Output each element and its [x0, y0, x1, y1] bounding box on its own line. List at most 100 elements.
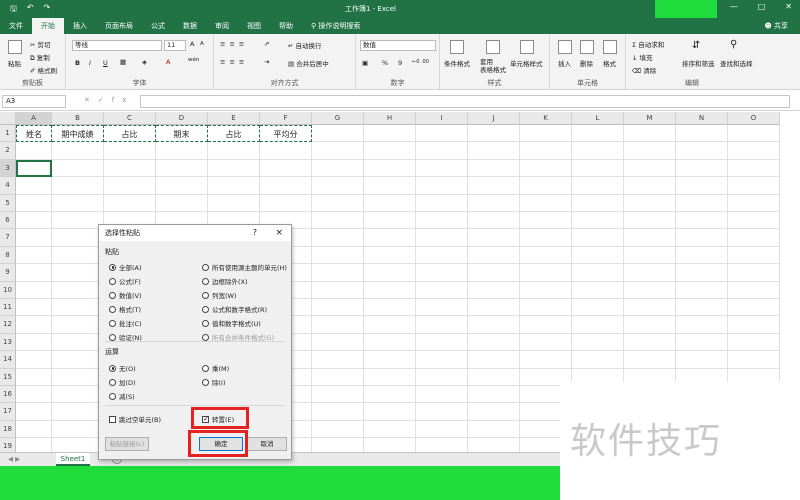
cell[interactable]	[676, 299, 728, 317]
cell[interactable]	[520, 194, 572, 212]
cell[interactable]	[104, 194, 156, 212]
radio-button-icon[interactable]	[109, 291, 116, 299]
cell[interactable]	[572, 159, 624, 178]
delete-cells-icon[interactable]	[580, 40, 594, 54]
cell[interactable]	[416, 420, 468, 439]
cell[interactable]	[572, 229, 624, 247]
tab-home[interactable]: 开始	[32, 18, 64, 34]
cell[interactable]	[156, 159, 208, 178]
radio-option[interactable]: 边框除外(X)	[202, 276, 248, 286]
column-header[interactable]: I	[416, 112, 468, 125]
find-icon[interactable]: ⚲	[730, 39, 737, 50]
cell[interactable]	[416, 351, 468, 369]
cell[interactable]	[364, 281, 416, 299]
cell[interactable]	[416, 281, 468, 299]
cell[interactable]	[364, 177, 416, 195]
share-button[interactable]: ☻ 共享	[764, 21, 788, 31]
cell[interactable]	[624, 316, 676, 334]
cell[interactable]	[364, 194, 416, 212]
cell[interactable]	[260, 177, 312, 195]
number-format-select[interactable]: 数值	[360, 40, 436, 51]
cell[interactable]	[104, 177, 156, 195]
cell[interactable]	[468, 212, 520, 230]
active-cell[interactable]	[16, 159, 52, 178]
table-format-icon[interactable]	[486, 40, 500, 54]
cell[interactable]	[416, 368, 468, 386]
row-header[interactable]: 8	[0, 246, 16, 265]
radio-button-icon[interactable]	[202, 291, 209, 299]
cell[interactable]	[52, 177, 104, 195]
radio-button-icon[interactable]	[109, 277, 116, 285]
radio-option[interactable]: 公式(F)	[109, 276, 141, 286]
cell[interactable]	[676, 229, 728, 247]
cell[interactable]	[624, 299, 676, 317]
fx-icon[interactable]: fx	[112, 96, 135, 104]
wrap-text-button[interactable]: ↵ 自动换行	[288, 40, 322, 50]
cell[interactable]	[624, 351, 676, 369]
cell[interactable]	[520, 246, 572, 265]
undo-icon[interactable]: ↶	[27, 3, 34, 17]
cell[interactable]	[676, 194, 728, 212]
cell[interactable]	[572, 316, 624, 334]
cell[interactable]	[416, 386, 468, 404]
cell[interactable]	[468, 299, 520, 317]
row-header[interactable]: 16	[0, 386, 16, 404]
cell[interactable]	[676, 125, 728, 143]
cell[interactable]	[728, 212, 780, 230]
cell[interactable]	[312, 194, 364, 212]
cell[interactable]	[728, 333, 780, 352]
cell[interactable]	[728, 351, 780, 369]
format-cells-icon[interactable]	[603, 40, 617, 54]
cell[interactable]	[52, 333, 104, 352]
cell[interactable]	[468, 333, 520, 352]
decimal-icons[interactable]: ←0 .00	[412, 59, 429, 65]
cell[interactable]	[364, 142, 416, 160]
cell[interactable]	[624, 177, 676, 195]
cell[interactable]	[156, 194, 208, 212]
column-header[interactable]: E	[208, 112, 260, 125]
cell[interactable]	[468, 368, 520, 386]
cell[interactable]	[520, 177, 572, 195]
merge-center-button[interactable]: ▤ 合并后居中	[288, 58, 329, 68]
radio-button-icon[interactable]	[109, 305, 116, 313]
cell[interactable]	[572, 264, 624, 282]
cell[interactable]	[16, 333, 52, 352]
radio-button-icon[interactable]	[109, 378, 116, 386]
radio-option[interactable]: 无(O)	[109, 363, 136, 373]
cell[interactable]	[364, 299, 416, 317]
cell[interactable]	[208, 142, 260, 160]
cell[interactable]	[676, 264, 728, 282]
radio-button-icon[interactable]	[109, 319, 116, 327]
table-format-button[interactable]: 套用 表格格式	[480, 58, 506, 74]
row-header[interactable]: 1	[0, 125, 16, 143]
bold-button[interactable]: B	[75, 59, 80, 67]
cell[interactable]	[208, 194, 260, 212]
cell[interactable]	[624, 281, 676, 299]
cell[interactable]	[364, 420, 416, 439]
cell[interactable]	[312, 403, 364, 421]
cell[interactable]	[364, 368, 416, 386]
cell[interactable]	[572, 246, 624, 265]
cell[interactable]	[16, 299, 52, 317]
row-header[interactable]: 14	[0, 351, 16, 369]
cell[interactable]	[52, 246, 104, 265]
tab-review[interactable]: 审阅	[206, 18, 238, 34]
cell[interactable]	[364, 403, 416, 421]
cell[interactable]	[520, 159, 572, 178]
cell[interactable]	[16, 403, 52, 421]
cell[interactable]: 期中成绩	[52, 125, 104, 143]
font-color-icon[interactable]: A	[166, 58, 170, 66]
row-header[interactable]: 17	[0, 403, 16, 421]
underline-button[interactable]: U	[103, 59, 108, 67]
cell[interactable]	[52, 420, 104, 439]
row-header[interactable]: 10	[0, 281, 16, 299]
cell[interactable]	[676, 351, 728, 369]
name-box[interactable]: A3	[2, 95, 66, 108]
cell[interactable]	[728, 177, 780, 195]
cell[interactable]	[468, 316, 520, 334]
cell[interactable]	[364, 264, 416, 282]
row-header[interactable]: 2	[0, 142, 16, 160]
cell[interactable]	[416, 159, 468, 178]
insert-cells-button[interactable]: 插入	[558, 58, 571, 68]
cell[interactable]	[16, 420, 52, 439]
